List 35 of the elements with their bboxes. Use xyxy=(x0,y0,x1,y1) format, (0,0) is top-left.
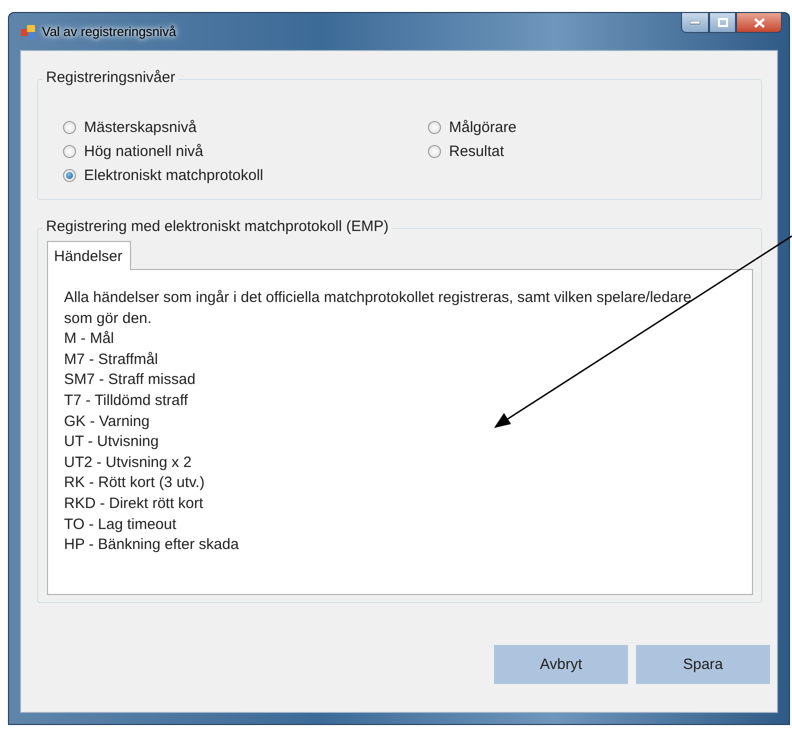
radio-button[interactable] xyxy=(63,120,76,134)
event-code-line: UT2 - Utvisning x 2 xyxy=(64,452,193,473)
event-code-line: M - Mål xyxy=(64,329,115,350)
tab[interactable]: Händelser xyxy=(47,241,132,270)
radio-button[interactable] xyxy=(428,144,441,158)
radio-option[interactable]: Mästerskapsnivå xyxy=(63,117,428,137)
radio-option[interactable]: Målgörare xyxy=(428,117,768,137)
radio-button[interactable] xyxy=(63,168,76,182)
event-code-line: GK - Varning xyxy=(64,412,151,432)
radio-button[interactable] xyxy=(63,144,76,158)
minimize-button[interactable] xyxy=(681,13,709,33)
event-code-line: T7 - Tilldömd straff xyxy=(64,390,189,411)
event-code-line: HP - Bänkning efter skada xyxy=(64,535,240,556)
close-button[interactable] xyxy=(736,13,782,33)
event-code-line: UT - Utvisning xyxy=(64,432,160,452)
radio-option[interactable]: Hög nationell nivå xyxy=(63,141,428,161)
radio-option[interactable]: Elektroniskt matchprotokoll xyxy=(63,165,428,185)
event-code-line: RK - Rött kort (3 utv.) xyxy=(64,473,206,494)
event-code-line: M7 - Straffmål xyxy=(64,350,159,370)
close-icon xyxy=(754,18,764,28)
group-title: Registreringsnivåer xyxy=(43,69,178,86)
minimize-icon xyxy=(690,20,700,24)
maximize-button[interactable] xyxy=(709,13,736,33)
app-icon xyxy=(20,24,36,40)
group-title: Registrering med elektroniskt matchprotokoll (EMP) xyxy=(43,218,392,235)
radio-button[interactable] xyxy=(428,120,441,134)
dialog-button[interactable]: Spara xyxy=(636,645,770,684)
description-text: Alla händelser som ingår i det officiella matchprotokollet registreras, samt vilken spelare/ledare som gör den. xyxy=(64,288,693,329)
event-code-line: TO - Lag timeout xyxy=(64,514,178,535)
event-code-line: RKD - Direkt rött kort xyxy=(64,494,204,514)
dialog-button[interactable]: Avbryt xyxy=(494,645,628,684)
maximize-icon xyxy=(718,18,728,27)
window-title: Val av registreringsnivå xyxy=(42,24,176,39)
event-code-line: SM7 - Straff missad xyxy=(64,370,196,390)
radio-option[interactable]: Resultat xyxy=(428,141,768,161)
